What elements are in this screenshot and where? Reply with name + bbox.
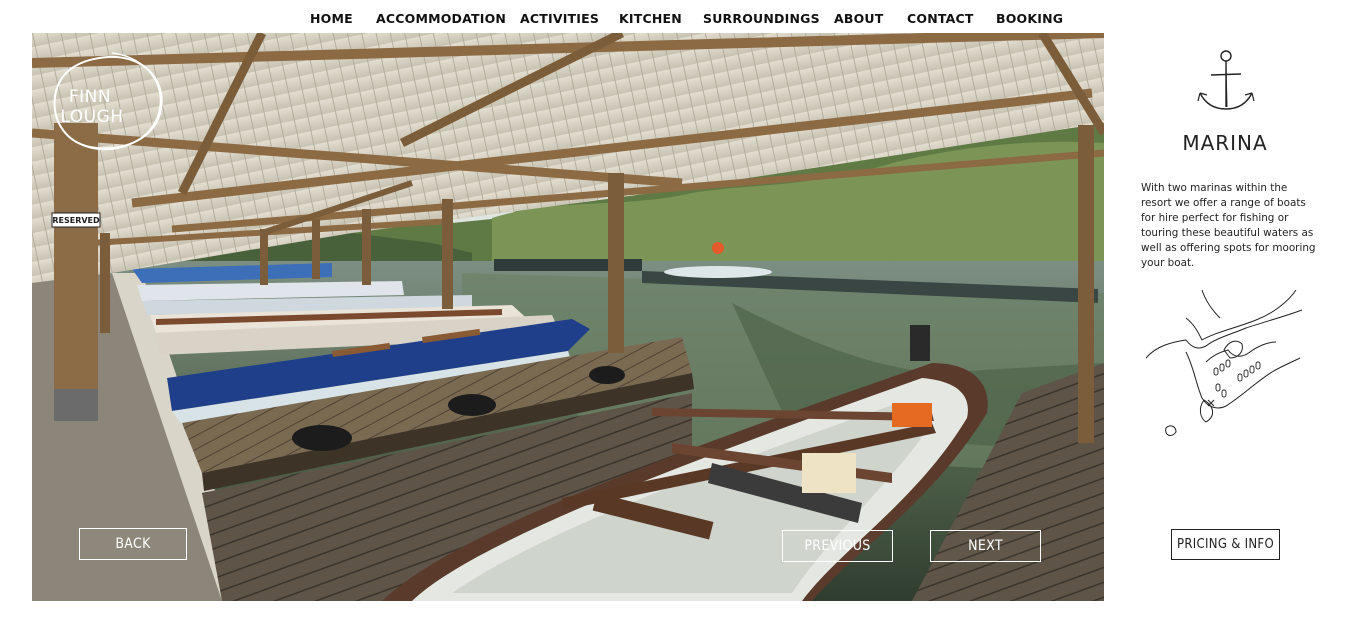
hero-slideshow: RESERVED FINN LOUGH BACK PREVIOUS NEXT [32,33,1104,601]
anchor-icon [1197,50,1255,110]
marina-map-illustration [1146,289,1303,436]
nav-surroundings[interactable]: SURROUNDINGS [703,11,820,26]
next-button[interactable]: NEXT [930,530,1041,562]
nav-about[interactable]: ABOUT [834,11,884,26]
nav-booking[interactable]: BOOKING [996,11,1063,26]
nav-kitchen[interactable]: KITCHEN [619,11,682,26]
nav-list: HOME ACCOMMODATION ACTIVITIES KITCHEN SU… [0,11,1366,27]
back-button[interactable]: BACK [79,528,187,560]
logo-text-line1: FINN [68,87,112,107]
nav-activities[interactable]: ACTIVITIES [520,11,599,26]
section-title: MARINA [1182,131,1268,155]
marina-photo: RESERVED [32,33,1104,601]
marina-info-panel: MARINA With two marinas within the resor… [1110,33,1366,601]
logo-text-line2: LOUGH [60,107,124,127]
nav-contact[interactable]: CONTACT [907,11,974,26]
finn-lough-logo[interactable]: FINN LOUGH [48,49,168,159]
previous-button[interactable]: PREVIOUS [782,530,893,562]
main-navigation: HOME ACCOMMODATION ACTIVITIES KITCHEN SU… [0,0,1366,33]
nav-accommodation[interactable]: ACCOMMODATION [376,11,506,26]
pricing-info-button[interactable]: PRICING & INFO [1171,529,1280,560]
nav-home[interactable]: HOME [310,11,353,26]
section-description: With two marinas within the resort we of… [1141,182,1316,269]
reserved-sign: RESERVED [52,216,100,225]
